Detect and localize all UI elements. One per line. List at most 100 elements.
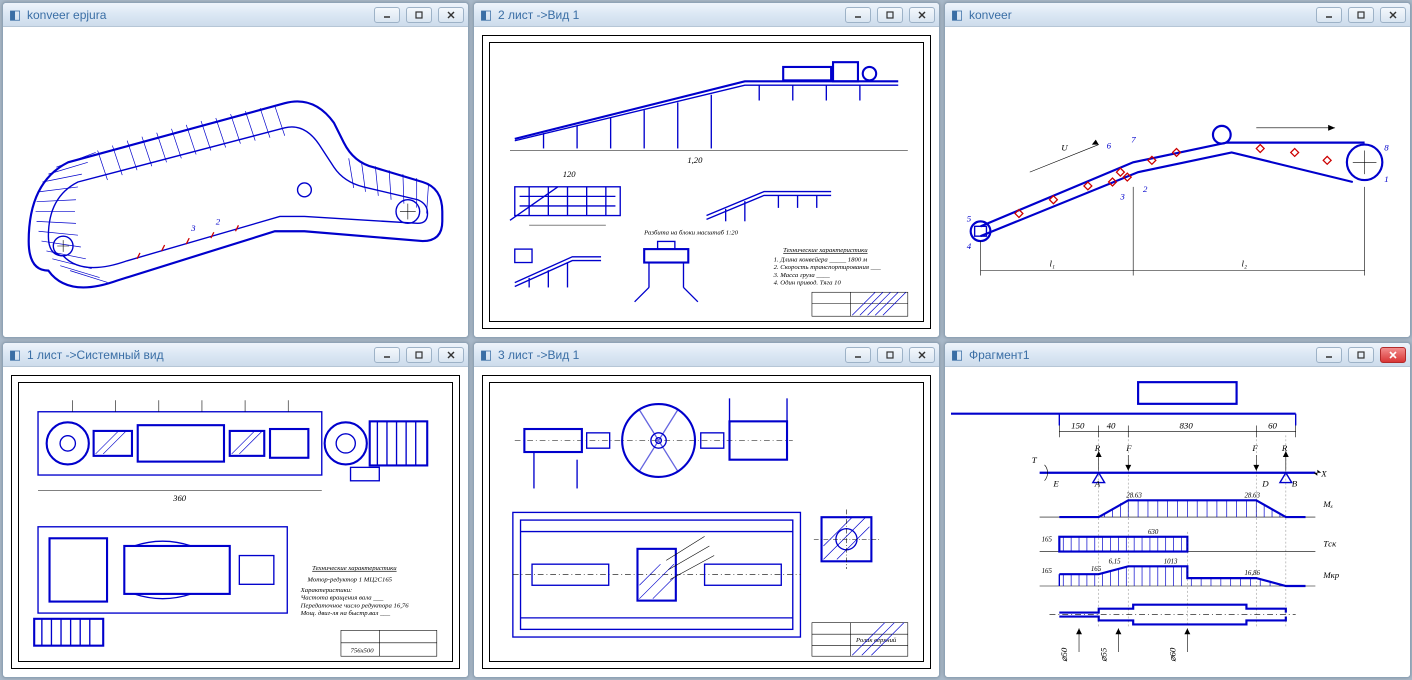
- lbl-B: B: [1292, 479, 1298, 489]
- maximize-button[interactable]: [406, 347, 432, 363]
- maximize-button[interactable]: [1348, 7, 1374, 23]
- diam: ⌀55: [1099, 647, 1109, 662]
- val: 16,86: [1244, 570, 1260, 577]
- minimize-button[interactable]: [1316, 347, 1342, 363]
- dim-360: 360: [172, 493, 187, 503]
- mdi-window-sheet1: ◧ 1 лист ->Системный вид: [2, 342, 469, 678]
- titlebar[interactable]: ◧ Фрагмент1: [945, 343, 1410, 367]
- pt-2: 2: [1143, 184, 1148, 194]
- val: 165: [1042, 537, 1053, 544]
- dim: 150: [1071, 420, 1085, 430]
- tech-header: Технические характеристики: [783, 247, 868, 254]
- close-button[interactable]: [909, 7, 935, 23]
- dim: 60: [1268, 420, 1277, 430]
- drawing-canvas[interactable]: 150 40 830 60 R F F R: [945, 367, 1410, 677]
- window-title: Фрагмент1: [969, 348, 1310, 362]
- titlebar[interactable]: ◧ 2 лист ->Вид 1: [474, 3, 939, 27]
- pt-4: 4: [967, 241, 972, 251]
- titlebar[interactable]: ◧ 3 лист ->Вид 1: [474, 343, 939, 367]
- force-label: R: [1281, 443, 1288, 453]
- close-button[interactable]: [438, 347, 464, 363]
- dim: 40: [1107, 420, 1116, 430]
- diam: ⌀60: [1168, 647, 1178, 662]
- lbl-Mkr: Mкр: [1322, 570, 1340, 580]
- mdi-window-sheet3: ◧ 3 лист ->Вид 1: [473, 342, 940, 678]
- point-label-2: 2: [216, 216, 221, 226]
- force-label: R: [1094, 443, 1101, 453]
- drawing-canvas[interactable]: Ролик верхний: [474, 367, 939, 677]
- close-button[interactable]: [1380, 7, 1406, 23]
- lbl-A: A: [1094, 479, 1101, 489]
- dim-l2: l₂: [1242, 259, 1248, 269]
- tech-note: Мощ. двиг-ля на быстр.вал ___: [300, 610, 391, 617]
- dim-overall: 1,20: [687, 155, 703, 165]
- drawing-canvas[interactable]: 5 4 3 2 6 7 8 1 U l₁ l₂: [945, 27, 1410, 337]
- val: 28.63: [1126, 492, 1142, 499]
- titlebar[interactable]: ◧ 1 лист ->Системный вид: [3, 343, 468, 367]
- drawing-canvas[interactable]: 1,20 120: [474, 27, 939, 337]
- title-block-name: Ролик верхний: [855, 637, 897, 644]
- drawing-canvas[interactable]: 3 2: [3, 27, 468, 337]
- app-icon: ◧: [949, 347, 965, 363]
- sheet-size: 756x500: [351, 647, 375, 654]
- minimize-button[interactable]: [845, 7, 871, 23]
- tech-note: Характеристики:: [300, 587, 353, 594]
- drawing-canvas[interactable]: 360: [3, 367, 468, 677]
- maximize-button[interactable]: [877, 7, 903, 23]
- force-label: F: [1125, 443, 1132, 453]
- val: 6,15: [1109, 558, 1122, 565]
- minimize-button[interactable]: [1316, 7, 1342, 23]
- pt-7: 7: [1131, 135, 1136, 145]
- pt-8: 8: [1384, 142, 1389, 152]
- dim: 830: [1179, 420, 1193, 430]
- lbl-T: T: [1032, 455, 1038, 465]
- mdi-window-fragment: ◧ Фрагмент1 150 40 830 60: [944, 342, 1411, 678]
- tech-note: 2. Скорость транспортирования ___: [774, 264, 882, 271]
- val: 165: [1091, 566, 1102, 573]
- close-button[interactable]: [438, 7, 464, 23]
- dim-120: 120: [563, 169, 577, 179]
- dim-l1: l₁: [1049, 259, 1055, 269]
- mdi-container: ◧ konveer epjura: [0, 0, 1412, 680]
- maximize-button[interactable]: [877, 347, 903, 363]
- titlebar[interactable]: ◧ konveer: [945, 3, 1410, 27]
- tech-header: Технические характеристики: [312, 565, 397, 572]
- mdi-window-epjura: ◧ konveer epjura: [2, 2, 469, 338]
- window-title: konveer: [969, 8, 1310, 22]
- tech-note: 4. Один привод. Тяга 10: [774, 280, 842, 287]
- window-title: konveer epjura: [27, 8, 368, 22]
- close-button[interactable]: [1380, 347, 1406, 363]
- lbl-E: E: [1052, 479, 1059, 489]
- minimize-button[interactable]: [845, 347, 871, 363]
- lbl-Tsk: Tск: [1323, 539, 1337, 549]
- val: 630: [1148, 529, 1159, 536]
- maximize-button[interactable]: [406, 7, 432, 23]
- app-icon: ◧: [7, 347, 23, 363]
- pt-1: 1: [1384, 174, 1388, 184]
- force-label: F: [1251, 443, 1258, 453]
- tech-note: 1. Длина конвейера _____ 1800 м: [774, 257, 868, 264]
- scale-note: Разбита на блоки масштаб 1:20: [643, 230, 738, 237]
- vel-label: U: [1061, 142, 1068, 152]
- window-title: 3 лист ->Вид 1: [498, 348, 839, 362]
- lbl-X: X: [1320, 469, 1327, 479]
- minimize-button[interactable]: [374, 7, 400, 23]
- window-title: 1 лист ->Системный вид: [27, 348, 368, 362]
- point-label-3: 3: [190, 223, 196, 233]
- tech-note: 3. Масса груза ____: [773, 272, 831, 279]
- maximize-button[interactable]: [1348, 347, 1374, 363]
- diam: ⌀50: [1059, 647, 1069, 662]
- tech-note: Частота вращения вала ___: [301, 595, 384, 602]
- app-icon: ◧: [478, 347, 494, 363]
- lbl-D: D: [1261, 479, 1269, 489]
- app-icon: ◧: [949, 7, 965, 23]
- pt-3: 3: [1119, 192, 1125, 202]
- app-icon: ◧: [478, 7, 494, 23]
- val: 1013: [1164, 558, 1178, 565]
- close-button[interactable]: [909, 347, 935, 363]
- mdi-window-sheet2: ◧ 2 лист ->Вид 1: [473, 2, 940, 338]
- reducer-note: Мотор-редуктор 1 МЦ2С165: [306, 576, 392, 583]
- mdi-window-konveer: ◧ konveer: [944, 2, 1411, 338]
- minimize-button[interactable]: [374, 347, 400, 363]
- titlebar[interactable]: ◧ konveer epjura: [3, 3, 468, 27]
